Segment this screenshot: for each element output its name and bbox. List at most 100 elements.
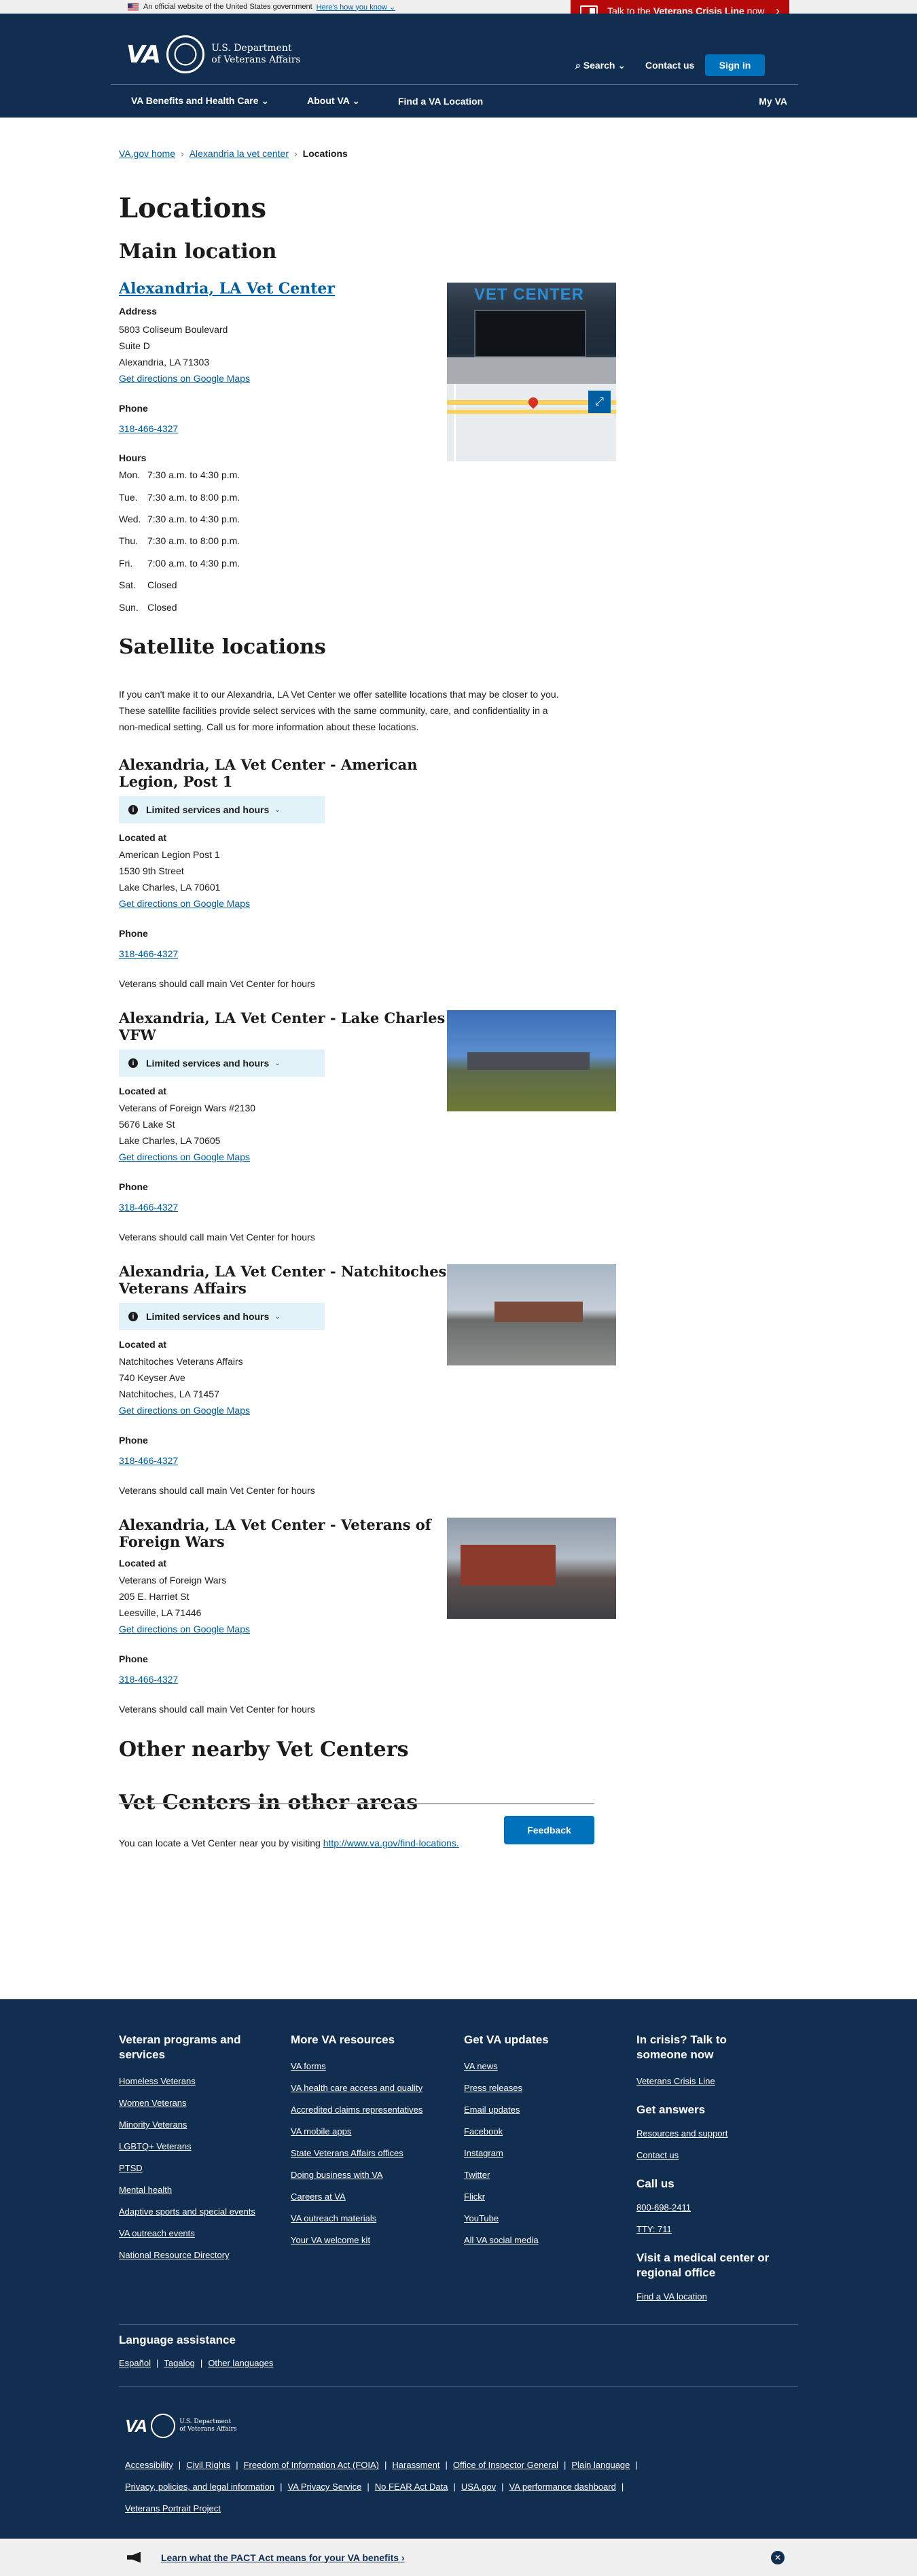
lang-spanish[interactable]: Español [119, 2358, 151, 2368]
feedback-button[interactable]: Feedback [504, 1816, 594, 1844]
limited-services-toggle[interactable]: i Limited services and hours ⌄ [119, 796, 325, 823]
nearby-heading: Other nearby Vet Centers [119, 1738, 409, 1761]
phone-link[interactable]: 800-698-2411 [636, 2201, 799, 2214]
footer-link[interactable]: Homeless Veterans [119, 2075, 275, 2088]
nav-find-location[interactable]: Find a VA Location [379, 96, 502, 107]
nav-my-va[interactable]: My VA [740, 96, 798, 107]
footer-link[interactable]: National Resource Directory [119, 2249, 275, 2261]
lang-other[interactable]: Other languages [208, 2358, 273, 2368]
directions-link[interactable]: Get directions on Google Maps [119, 1149, 250, 1165]
footer-link[interactable]: PTSD [119, 2162, 275, 2175]
legal-link[interactable]: Freedom of Information Act (FOIA) [244, 2460, 379, 2470]
footer-link[interactable]: Women Veterans [119, 2096, 275, 2109]
directions-link[interactable]: Get directions on Google Maps [119, 1621, 250, 1637]
call-note: Veterans should call main Vet Center for… [119, 1232, 315, 1242]
footer-link[interactable]: VA news [464, 2060, 620, 2073]
pact-act-link[interactable]: Learn what the PACT Act means for your V… [161, 2552, 405, 2563]
phone-link[interactable]: 318-466-4327 [119, 1674, 178, 1685]
directions-link[interactable]: Get directions on Google Maps [119, 1402, 250, 1418]
footer-link[interactable]: Email updates [464, 2103, 620, 2116]
footer-link[interactable]: Minority Veterans [119, 2118, 275, 2131]
footer-link[interactable]: VA health care access and quality [291, 2081, 447, 2094]
breadcrumb-current: Locations [302, 148, 348, 159]
legal-link[interactable]: VA Privacy Service [288, 2482, 362, 2492]
footer-link[interactable]: State Veterans Affairs offices [291, 2147, 447, 2160]
va-seal-icon [151, 2414, 176, 2438]
va-seal-icon [166, 35, 205, 73]
footer-link[interactable]: Careers at VA [291, 2190, 447, 2203]
hours-row: Tue. 7:30 a.m. to 8:00 p.m. [119, 492, 240, 503]
located-label: Located at [119, 1558, 167, 1569]
footer-link[interactable]: VA mobile apps [291, 2125, 447, 2138]
address-line: Natchitoches Veterans Affairs [119, 1356, 243, 1367]
legal-link[interactable]: Veterans Portrait Project [125, 2503, 221, 2514]
legal-link[interactable]: Privacy, policies, and legal information [125, 2482, 274, 2492]
hours-row: Sat. Closed [119, 579, 177, 590]
satellite-name: Alexandria, LA Vet Center - Lake Charles… [119, 1009, 446, 1043]
footer-link[interactable]: Twitter [464, 2168, 620, 2181]
footer-link[interactable]: Press releases [464, 2081, 620, 2094]
footer-link[interactable]: Adaptive sports and special events [119, 2205, 275, 2218]
expand-map-icon[interactable]: ⤢ [588, 391, 611, 413]
main-nav: VA Benefits and Health Care ⌄ About VA ⌄… [111, 85, 798, 117]
breadcrumb-home[interactable]: VA.gov home [119, 148, 175, 159]
address-line: 5803 Coliseum Boulevard [119, 324, 228, 335]
legal-link[interactable]: Office of Inspector General [453, 2460, 558, 2470]
directions-link[interactable]: Get directions on Google Maps [119, 895, 250, 912]
legal-links: Accessibility | Civil Rights | Freedom of In… [125, 2460, 638, 2470]
footer-link[interactable]: Instagram [464, 2147, 620, 2160]
legal-link[interactable]: Harassment [392, 2460, 439, 2470]
main-location-name[interactable]: Alexandria, LA Vet Center [119, 281, 335, 298]
footer-link[interactable]: YouTube [464, 2212, 620, 2225]
phone-link[interactable]: 318-466-4327 [119, 948, 178, 959]
phone-label: Phone [119, 1181, 148, 1192]
legal-link[interactable]: VA performance dashboard [509, 2482, 616, 2492]
how-you-know-link[interactable]: Here's how you know ⌄ [317, 3, 396, 12]
find-location-link[interactable]: Find a VA location [636, 2290, 799, 2303]
satellite-heading: Satellite locations [119, 635, 326, 659]
close-icon[interactable]: ✕ [771, 2551, 785, 2564]
site-header: VA U.S. Department of Veterans Affairs ⌕ … [0, 14, 917, 118]
legal-link[interactable]: No FEAR Act Data [375, 2482, 448, 2492]
footer-link[interactable]: VA forms [291, 2060, 447, 2073]
footer-link[interactable]: Mental health [119, 2183, 275, 2196]
legal-link[interactable]: USA.gov [461, 2482, 496, 2492]
sign-in-button[interactable]: Sign in [705, 54, 765, 76]
footer-link[interactable]: Accredited claims representatives [291, 2103, 447, 2116]
footer-link[interactable]: All VA social media [464, 2234, 620, 2247]
footer-link[interactable]: LGBTQ+ Veterans [119, 2140, 275, 2153]
address-line: American Legion Post 1 [119, 849, 220, 860]
nav-benefits[interactable]: VA Benefits and Health Care ⌄ [111, 95, 288, 107]
phone-link[interactable]: 318-466-4327 [119, 1455, 178, 1466]
footer-divider [119, 2324, 798, 2325]
legal-link[interactable]: Accessibility [125, 2460, 173, 2470]
address-line: 5676 Lake St [119, 1119, 175, 1130]
va-logo[interactable]: VA U.S. Department of Veterans Affairs [126, 34, 301, 75]
find-locations-link[interactable]: http://www.va.gov/find-locations. [323, 1838, 459, 1848]
footer-link[interactable]: Resources and support [636, 2127, 799, 2140]
directions-link[interactable]: Get directions on Google Maps [119, 370, 250, 387]
search-button[interactable]: ⌕ Search ⌄ [575, 60, 626, 71]
phone-link[interactable]: 318-466-4327 [119, 1202, 178, 1213]
footer-link[interactable]: Flickr [464, 2190, 620, 2203]
limited-services-toggle[interactable]: i Limited services and hours ⌄ [119, 1050, 325, 1077]
contact-us-link[interactable]: Contact us [645, 60, 694, 71]
hours-row: Mon. 7:30 a.m. to 4:30 p.m. [119, 469, 240, 480]
footer-va-logo[interactable]: VA U.S. Department of Veterans Affairs [125, 2414, 237, 2438]
phone-link[interactable]: 318-466-4327 [119, 423, 178, 434]
footer-link[interactable]: Your VA welcome kit [291, 2234, 447, 2247]
legal-link[interactable]: Plain language [571, 2460, 630, 2470]
tty-link[interactable]: TTY: 711 [636, 2223, 799, 2236]
footer-link[interactable]: Doing business with VA [291, 2168, 447, 2181]
footer-link[interactable]: VA outreach materials [291, 2212, 447, 2225]
footer-link[interactable]: Contact us [636, 2149, 799, 2162]
satellite-intro: These satellite facilities provide selec… [119, 705, 548, 716]
limited-services-toggle[interactable]: i Limited services and hours ⌄ [119, 1303, 325, 1330]
lang-tagalog[interactable]: Tagalog [164, 2358, 195, 2368]
breadcrumb-vet-center[interactable]: Alexandria la vet center [190, 148, 289, 159]
legal-link[interactable]: Civil Rights [186, 2460, 230, 2470]
footer-link[interactable]: Facebook [464, 2125, 620, 2138]
crisis-line-link[interactable]: Veterans Crisis Line [636, 2075, 799, 2088]
nav-about-va[interactable]: About VA ⌄ [288, 95, 379, 107]
footer-link[interactable]: VA outreach events [119, 2227, 275, 2240]
